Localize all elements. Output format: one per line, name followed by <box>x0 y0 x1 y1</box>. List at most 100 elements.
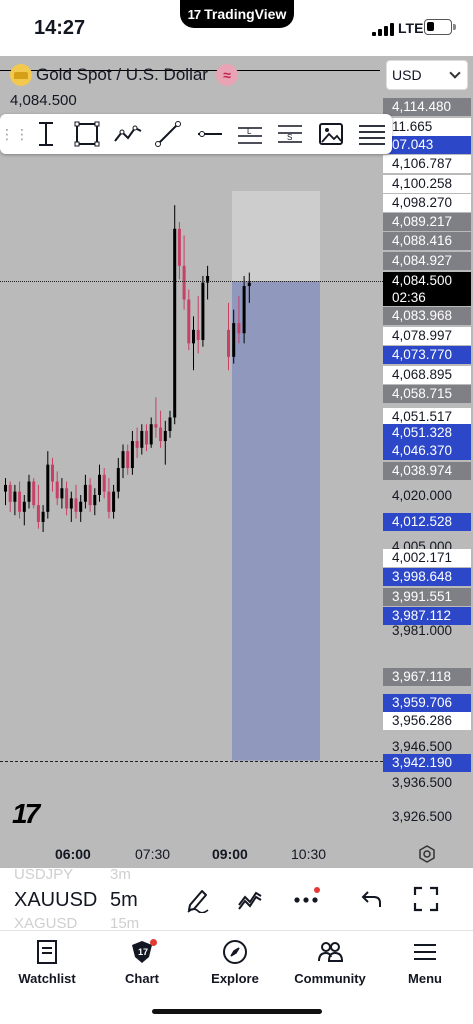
currency-select[interactable]: USD <box>386 60 468 90</box>
cursor-cross-icon[interactable] <box>26 114 67 154</box>
time-label: 09:00 <box>212 846 248 862</box>
price-axis-label: 4,073.770 <box>383 346 471 364</box>
candle-body <box>4 484 7 492</box>
price-axis-label: 4,089.217 <box>383 213 471 231</box>
tab-explore[interactable]: Explore <box>190 939 280 986</box>
candle-body <box>46 464 50 512</box>
chevron-down-icon <box>449 67 461 79</box>
candle-body <box>201 282 205 340</box>
price-axis-label: 4,046.370 <box>383 442 471 460</box>
horizontal-ray-icon[interactable] <box>189 114 230 154</box>
stop-loss-line[interactable] <box>0 761 383 762</box>
price-axis-label: 3,981.000 <box>392 623 453 638</box>
tab-menu[interactable]: Menu <box>380 939 470 986</box>
more-icon[interactable] <box>292 885 320 913</box>
chart-area[interactable]: Gold Spot / U.S. Dollar ≈ 4,084.500 USD … <box>0 56 473 868</box>
candle-body <box>32 481 36 506</box>
candle-body <box>60 488 64 499</box>
price-axis-label: 4,002.171 <box>383 549 471 567</box>
price-axis-label: 4,058.715 <box>383 385 471 403</box>
target-zone <box>232 191 320 281</box>
long-position-icon[interactable]: L <box>229 114 270 154</box>
tradingview-pill-label: TradingView <box>204 6 287 22</box>
time-label: 06:00 <box>55 846 91 862</box>
tab-chart[interactable]: 17 Chart <box>97 939 187 986</box>
rectangle-tool-icon[interactable] <box>67 114 108 154</box>
bar-countdown: 02:36 <box>392 290 426 305</box>
last-price: 4,084.500 <box>10 92 77 109</box>
price-axis-label: 4,012.528 <box>383 513 471 531</box>
tab-community[interactable]: Community <box>285 939 375 986</box>
price-axis-label: 3,991.551 <box>383 588 471 606</box>
drawing-toolbar[interactable]: ⋮⋮ L S <box>0 114 392 154</box>
short-position-icon[interactable]: S <box>270 114 311 154</box>
path-tool-icon[interactable] <box>107 114 148 154</box>
signal-icon <box>372 22 394 36</box>
symbol-name[interactable]: XAUUSD <box>14 889 97 912</box>
candle-body <box>140 430 144 448</box>
symbol-header[interactable]: Gold Spot / U.S. Dollar ≈ <box>10 64 238 86</box>
candle-body <box>116 468 120 492</box>
price-axis-label: 4,106.787 <box>383 155 471 173</box>
candle-body <box>74 498 78 512</box>
community-icon <box>318 942 343 962</box>
home-indicator <box>152 1009 322 1014</box>
price-axis-label: 4,078.997 <box>383 327 471 345</box>
svg-text:S: S <box>287 133 292 142</box>
timeframe[interactable]: 5m <box>110 889 138 912</box>
candle-body <box>135 441 139 448</box>
price-axis-label: 3,998.648 <box>383 568 471 586</box>
price-axis-label: 4,114.480 <box>383 98 471 116</box>
candle-body <box>149 424 153 445</box>
price-axis-label: 4,098.270 <box>383 194 471 212</box>
tab-watchlist[interactable]: Watchlist <box>2 939 92 986</box>
candle-body <box>182 265 186 300</box>
current-price-tag: 4,084.500 02:36 <box>383 272 471 306</box>
candle-body <box>154 424 158 428</box>
candle-body <box>237 323 241 334</box>
undo-icon[interactable] <box>356 885 384 913</box>
candle-body <box>22 501 26 512</box>
price-chart[interactable] <box>0 56 383 841</box>
status-time: 14:27 <box>34 17 86 39</box>
price-axis-label: 4,020.000 <box>392 488 453 503</box>
menu-icon <box>414 944 436 960</box>
time-axis[interactable]: 06:00 07:30 09:00 10:30 <box>0 841 380 868</box>
candle-body <box>51 464 54 482</box>
price-axis-label: 3,942.190 <box>383 754 471 772</box>
drag-handle-icon[interactable]: ⋮⋮ <box>0 126 29 143</box>
price-axis-label: 3,967.118 <box>383 668 471 686</box>
candle-body <box>98 474 101 495</box>
tab-label: Watchlist <box>18 971 76 986</box>
ghost-timeframe: 3m <box>110 866 131 883</box>
candle-body <box>187 299 191 344</box>
stop-zone <box>232 281 320 761</box>
current-price-value: 4,084.500 <box>392 273 453 288</box>
price-axis-label: 4,051.328 <box>383 424 471 442</box>
indicators-icon[interactable] <box>236 885 264 913</box>
gold-logo-icon <box>10 64 32 86</box>
trend-line-icon[interactable] <box>148 114 189 154</box>
candle-body <box>173 228 177 418</box>
chart-settings-icon[interactable] <box>418 845 436 863</box>
fullscreen-icon[interactable] <box>412 885 440 913</box>
candle-body <box>177 228 181 266</box>
candle-body <box>27 481 31 502</box>
price-axis-label: 4,084.927 <box>383 252 471 270</box>
tradingview-pill: 17 TradingView <box>180 0 294 28</box>
candle-body <box>8 484 12 502</box>
pen-icon[interactable] <box>184 885 212 913</box>
candle-body <box>55 481 59 499</box>
ghost-symbol: USDJPY <box>14 866 74 883</box>
image-tool-icon[interactable] <box>311 114 352 154</box>
candle-body <box>13 491 17 502</box>
time-label: 07:30 <box>135 846 171 862</box>
price-axis-label: 4,083.968 <box>383 307 471 325</box>
tab-label: Chart <box>125 971 159 986</box>
candle-body <box>232 323 236 357</box>
menu-lines-icon[interactable] <box>351 114 392 154</box>
candle-body <box>163 430 167 442</box>
current-price-line <box>0 281 383 282</box>
candle-body <box>65 488 69 509</box>
price-axis-label: 3,956.286 <box>383 712 471 730</box>
